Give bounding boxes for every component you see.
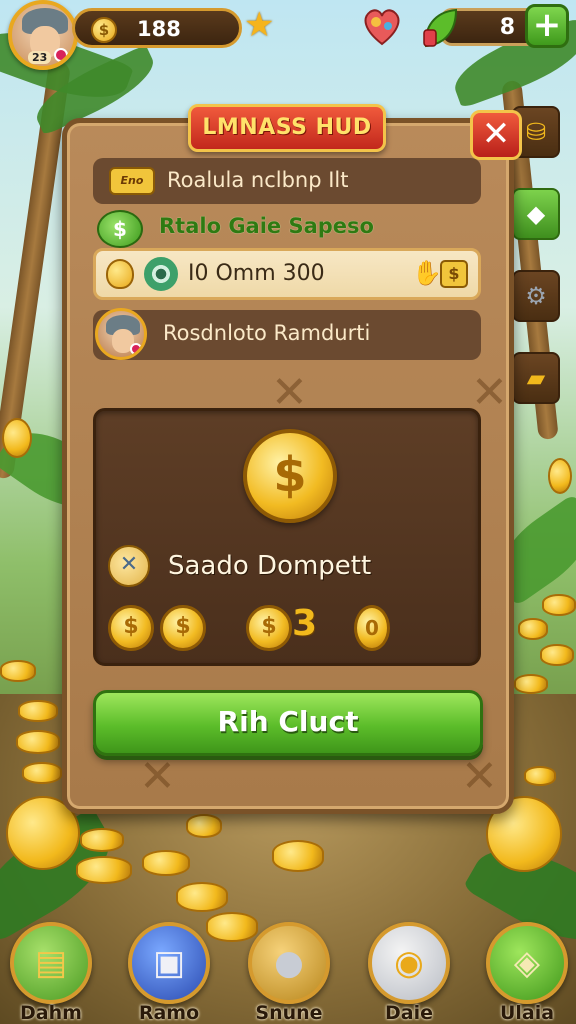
scattered-coin: [16, 730, 60, 754]
badge-icon: Eno: [109, 167, 155, 195]
scattered-coin: [142, 850, 190, 876]
small-coin-icon: $: [160, 605, 206, 651]
panel-decoration: ✕: [139, 751, 176, 802]
side-tab-settings[interactable]: ⚙: [512, 270, 560, 322]
scattered-coin: [18, 700, 58, 722]
scattered-coin: [80, 828, 124, 852]
big-gold-coin-icon: $: [243, 429, 337, 523]
claim-button-label: Rih Cluct: [217, 705, 359, 738]
map-icon: ◆: [526, 200, 546, 228]
notification-dot: [54, 48, 68, 62]
scattered-coin: [0, 660, 36, 682]
side-tab-reward[interactable]: ▰: [512, 352, 560, 404]
claim-button[interactable]: Rih Cluct: [93, 690, 483, 756]
scattered-coin: [76, 856, 132, 884]
info-row-1[interactable]: Eno Roalula nclbnp Ilt: [93, 158, 481, 204]
scattered-coin: [524, 766, 556, 786]
nav-item-dahm[interactable]: ▤ Dahm: [8, 922, 94, 1024]
close-button[interactable]: ✕: [470, 110, 522, 160]
green-bag-icon: $: [97, 210, 143, 248]
green-gem-icon: ◈: [486, 922, 568, 1004]
gear-icon: ⚙: [525, 282, 547, 310]
zero-coin-icon: 0: [354, 605, 390, 651]
magnifier-icon: ●: [248, 922, 330, 1004]
friend-avatar: [95, 308, 147, 360]
side-tab-map[interactable]: ◆: [512, 188, 560, 240]
leaf-gem-icon: [423, 8, 458, 48]
scattered-coin: [272, 840, 324, 872]
nav-item-ramo[interactable]: ▣ Ramo: [126, 922, 212, 1024]
nav-label: Dahm: [20, 1002, 82, 1024]
panel-title-banner: LMNASS HUD: [188, 104, 386, 152]
player-level: 23: [28, 51, 52, 64]
reward-title: Saado Dompett: [168, 551, 372, 581]
panel-decoration: ✕: [461, 751, 498, 802]
coin-stack-icon: ⛁: [525, 118, 547, 146]
scattered-coin: [514, 674, 548, 694]
gem-count: 8: [499, 15, 515, 40]
player-avatar[interactable]: 23: [8, 0, 78, 70]
scattered-coin: [518, 618, 548, 640]
reward-amount: 3: [292, 603, 318, 644]
gift-box-icon: ▣: [128, 922, 210, 1004]
info-row-2-text: Rtalo Gaie Sapeso: [159, 214, 374, 238]
coin-count: 188: [137, 17, 181, 41]
add-gems-button[interactable]: +: [525, 4, 569, 48]
ticket-icon: ▰: [526, 364, 546, 392]
nav-item-snune[interactable]: ● Snune: [246, 922, 332, 1024]
info-row-3-text: I0 Omm 300: [188, 261, 325, 286]
info-row-4[interactable]: Rosdnloto Ramdurti: [93, 308, 481, 360]
scattered-coin: [186, 814, 222, 838]
gold-coin-icon: ◉: [368, 922, 450, 1004]
dollar-card-icon: $: [440, 260, 468, 288]
target-icon: [144, 257, 178, 291]
nav-label: Daie: [385, 1002, 433, 1024]
gold-nugget-icon: [106, 259, 134, 289]
coin-icon: $: [91, 17, 117, 43]
reward-box: $ ✕ Saado Dompett $ $ $ 3 0: [93, 408, 481, 666]
nav-item-daie[interactable]: ◉ Daie: [366, 922, 452, 1024]
scattered-coin: [2, 418, 32, 458]
nav-item-ulaia[interactable]: ◈ Ulaia: [484, 922, 570, 1024]
nav-label: Snune: [255, 1002, 323, 1024]
multiplier-x-icon: ✕: [108, 545, 150, 587]
scattered-coin: [542, 594, 576, 616]
coin-counter[interactable]: $ 188: [72, 8, 242, 48]
small-coin-icon: $: [108, 605, 154, 651]
nav-label: Ramo: [138, 1002, 200, 1024]
info-row-2[interactable]: $ Rtalo Gaie Sapeso: [93, 208, 481, 250]
scattered-coin: [540, 644, 574, 666]
info-row-1-text: Roalula nclbnp Ilt: [167, 168, 349, 192]
panel-title: LMNASS HUD: [202, 115, 372, 140]
cash-stack-icon: ▤: [10, 922, 92, 1004]
heart-icon[interactable]: [360, 4, 404, 48]
star-icon[interactable]: ★: [244, 8, 274, 42]
hand-icon: ✋: [412, 259, 442, 287]
nav-label: Ulaia: [499, 1002, 555, 1024]
info-row-3[interactable]: I0 Omm 300 ✋ $: [93, 248, 481, 300]
small-coin-icon: $: [246, 605, 292, 651]
notification-dot: [130, 343, 142, 355]
info-row-4-text: Rosdnloto Ramdurti: [163, 321, 371, 345]
scattered-coin: [548, 458, 572, 494]
scattered-coin: [22, 762, 62, 784]
scattered-coin: [176, 882, 228, 912]
